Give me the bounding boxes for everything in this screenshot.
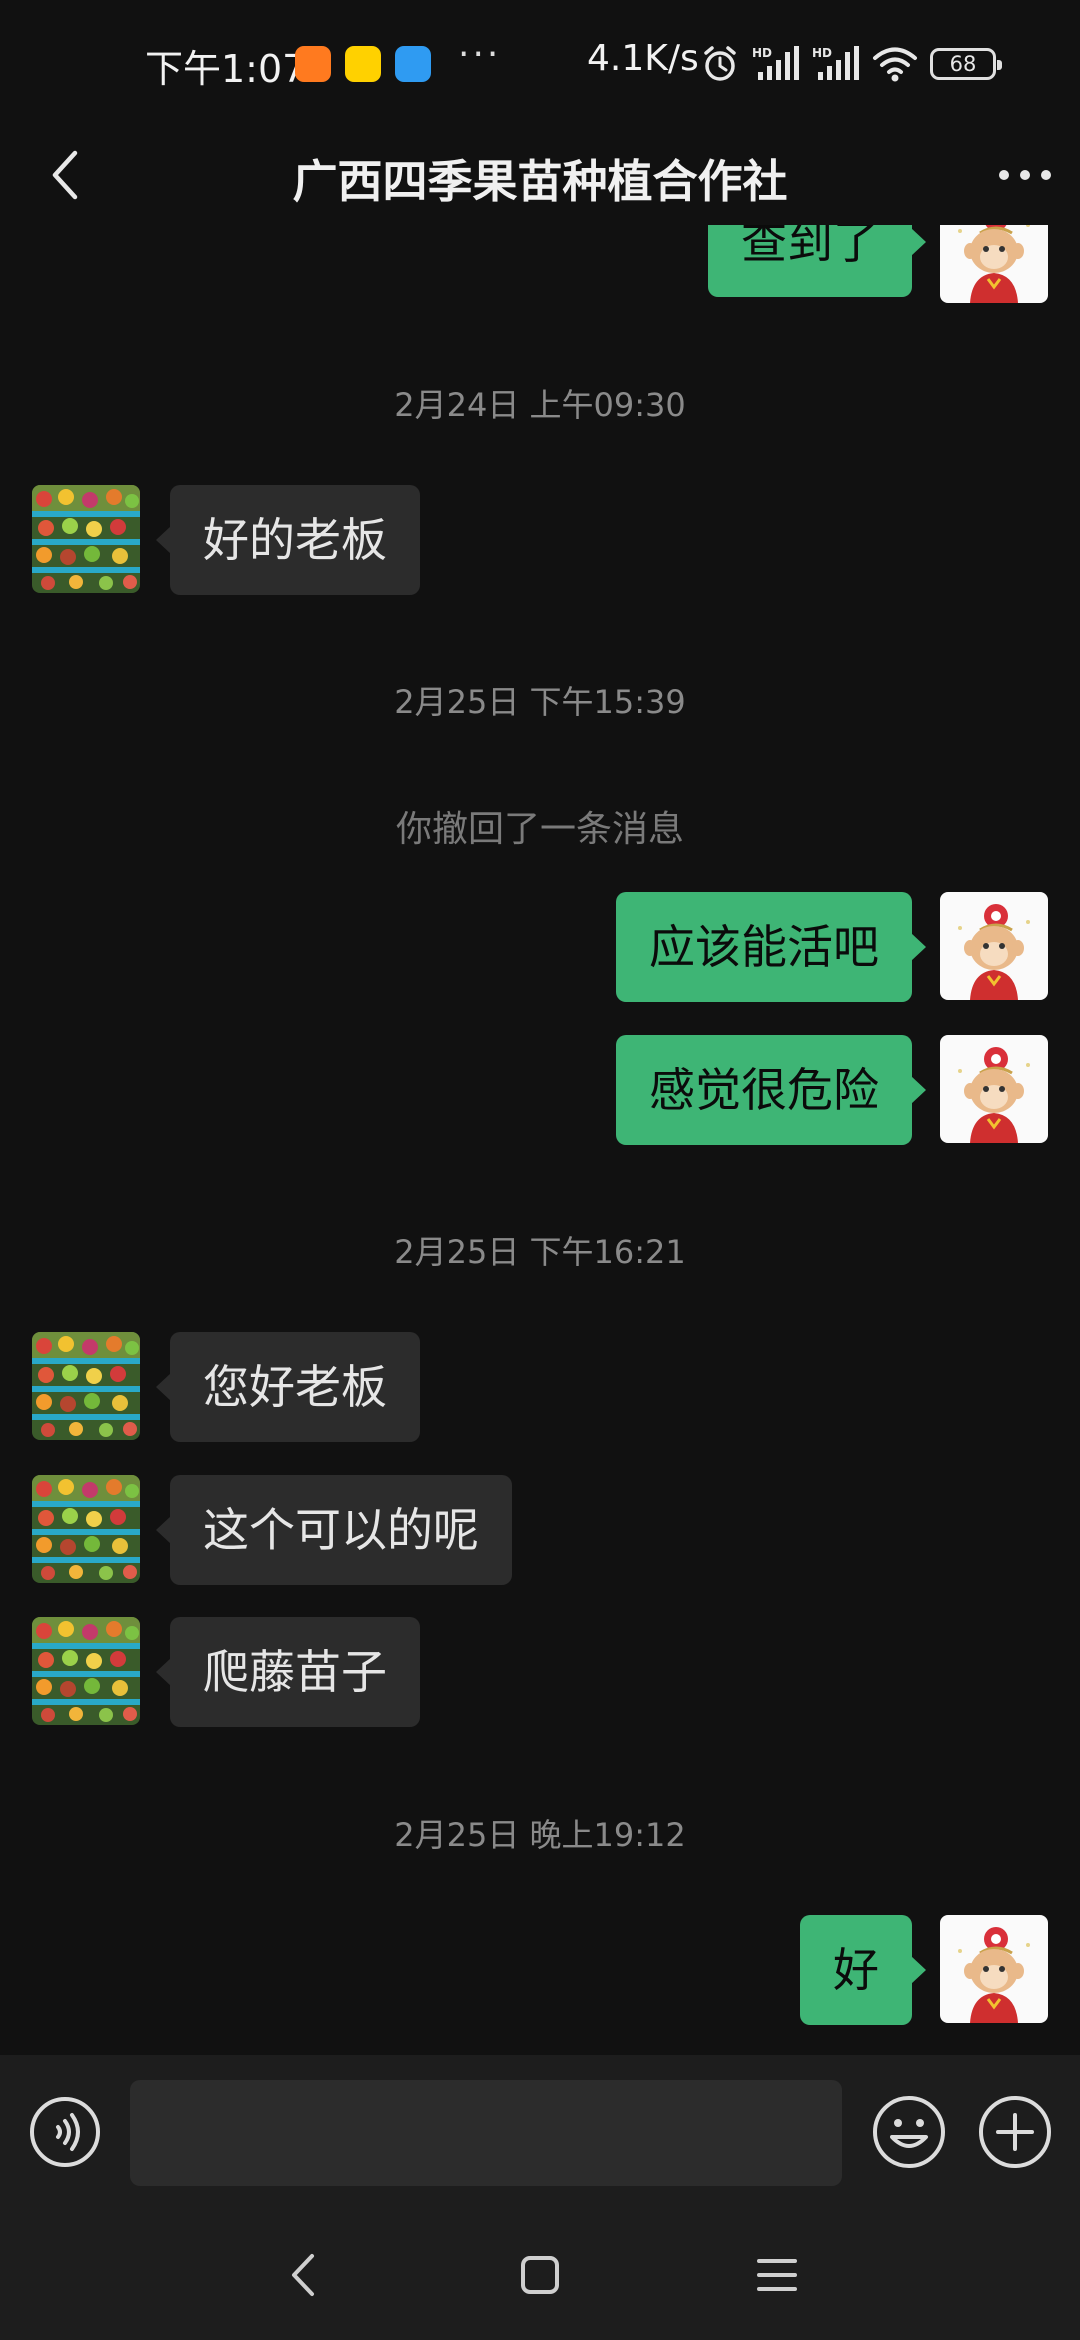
message-bubble-out[interactable]: 应该能活吧 <box>616 892 926 1002</box>
nav-menu-button[interactable] <box>742 2240 812 2310</box>
signal-2-hd-label: HD <box>812 46 832 60</box>
battery-level: 68 <box>949 52 977 76</box>
app-orange-icon <box>295 46 331 82</box>
timestamp: 2月24日 上午09:30 <box>394 386 686 424</box>
voice-icon <box>30 2097 100 2167</box>
nav-home-button[interactable] <box>505 2240 575 2310</box>
contact-avatar[interactable] <box>32 1332 140 1440</box>
my-avatar[interactable] <box>940 1035 1048 1143</box>
chat-header: 广西四季果苗种植合作社 <box>0 125 1080 225</box>
signal-2-icon: HD <box>812 46 859 80</box>
meituan-icon <box>345 46 381 82</box>
plus-icon <box>979 2096 1051 2168</box>
recall-notice: 你撤回了一条消息 <box>395 809 684 850</box>
message-bubble-out[interactable]: 查到了 <box>708 225 926 297</box>
battery-icon: 68 <box>930 48 1002 80</box>
signal-1-hd-label: HD <box>752 46 772 60</box>
status-bar: 下午1:07 ··· 4.1K/s HD HD 68 <box>0 0 1080 125</box>
timestamp: 2月25日 晚上19:12 <box>394 1816 686 1854</box>
message-bubble-in[interactable]: 您好老板 <box>156 1332 420 1442</box>
message-bubble-in[interactable]: 这个可以的呢 <box>156 1475 512 1585</box>
my-avatar[interactable] <box>940 892 1048 1000</box>
input-bar <box>0 2055 1080 2210</box>
my-avatar[interactable] <box>940 1915 1048 2023</box>
chat-title: 广西四季果苗种植合作社 <box>292 155 788 208</box>
contact-avatar[interactable] <box>32 1475 140 1583</box>
emoji-button[interactable] <box>870 2093 948 2171</box>
alarm-icon <box>704 46 736 81</box>
status-icons: HD HD 68 <box>700 42 1002 86</box>
timestamp: 2月25日 下午16:21 <box>394 1233 686 1271</box>
emoji-icon <box>873 2096 945 2168</box>
contact-avatar[interactable] <box>32 485 140 593</box>
nav-back-button[interactable] <box>268 2240 338 2310</box>
message-list[interactable]: 查到了 2月24日 上午09:30 好的老板 2月25日 下午15:39 你撤回… <box>0 225 1080 2055</box>
nav-home-icon <box>521 2256 559 2294</box>
message-bubble-out[interactable]: 感觉很危险 <box>616 1035 926 1145</box>
more-options-button[interactable] <box>990 140 1060 210</box>
voice-input-button[interactable] <box>28 2095 102 2169</box>
wifi-icon <box>873 47 917 82</box>
nav-back-icon <box>292 2254 314 2296</box>
message-input[interactable] <box>130 2080 842 2186</box>
network-speed: 4.1K/s <box>587 38 699 79</box>
system-nav-bar <box>0 2210 1080 2340</box>
contact-avatar[interactable] <box>32 1617 140 1725</box>
chat-screen: 下午1:07 ··· 4.1K/s HD HD 68 广西四季果苗种植合作社 查… <box>0 0 1080 2340</box>
timestamp: 2月25日 下午15:39 <box>394 683 686 721</box>
message-bubble-in[interactable]: 好的老板 <box>156 485 420 595</box>
signal-1-icon: HD <box>752 46 799 80</box>
my-avatar[interactable] <box>940 225 1048 303</box>
message-bubble-in[interactable]: 爬藤苗子 <box>156 1617 420 1727</box>
nav-menu-icon <box>757 2259 797 2291</box>
more-actions-button[interactable] <box>976 2093 1054 2171</box>
status-time: 下午1:07 <box>145 47 307 91</box>
message-bubble-out[interactable]: 好 <box>800 1915 926 2025</box>
more-notifications-icon: ··· <box>458 34 502 75</box>
tplink-icon <box>395 46 431 82</box>
more-dots-icon <box>999 170 1051 180</box>
